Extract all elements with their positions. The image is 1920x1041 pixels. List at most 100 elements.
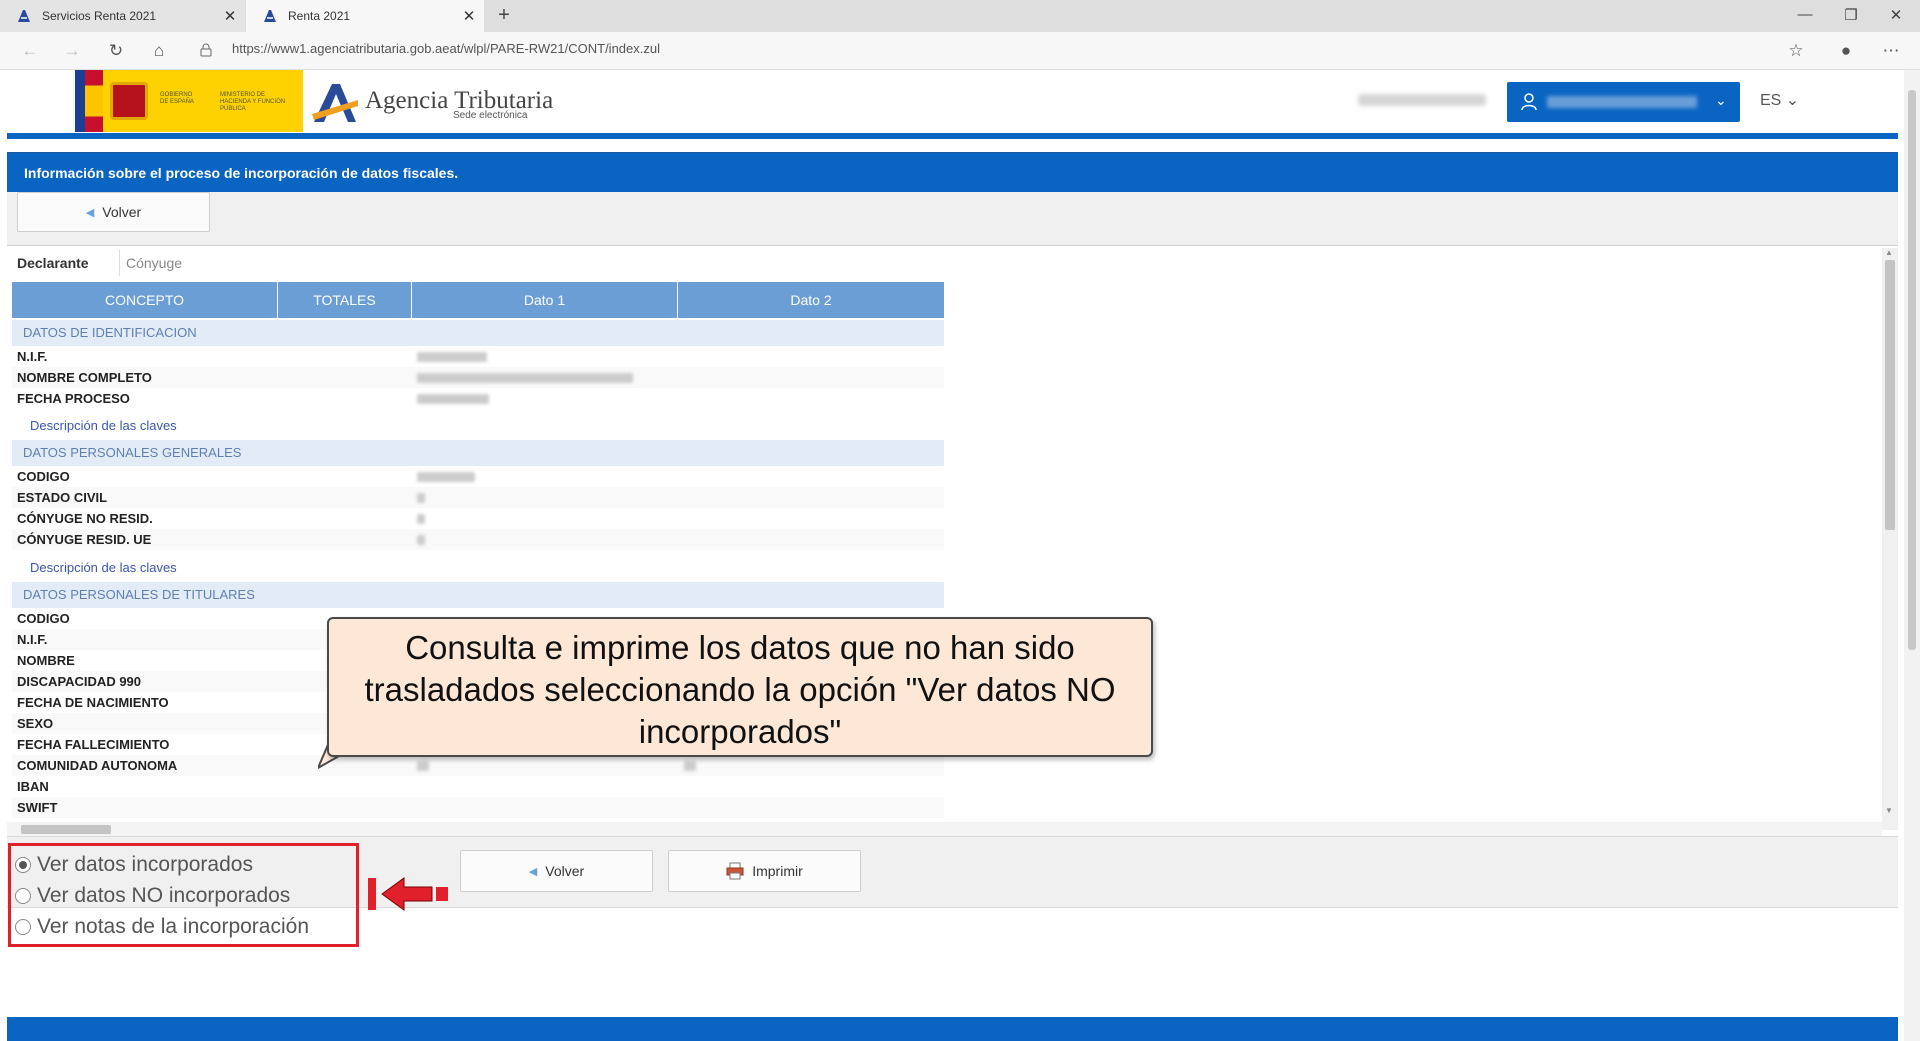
forward-icon[interactable]: →: [60, 40, 84, 62]
option-ver-notas[interactable]: Ver notas de la incorporación: [15, 914, 309, 940]
option-ver-datos-incorporados[interactable]: Ver datos incorporados: [15, 852, 253, 878]
row-label: SWIFT: [17, 800, 58, 815]
row-label: N.I.F.: [17, 632, 48, 647]
volver-label: Volver: [545, 863, 585, 879]
row-label: FECHA PROCESO: [17, 391, 130, 406]
table-row: IBAN: [12, 776, 944, 797]
favorites-icon[interactable]: ☆: [1784, 40, 1808, 62]
scroll-up-icon[interactable]: ▲: [1885, 248, 1893, 257]
ministerio-text: MINISTERIO DE HACIENDA Y FUNCIÓN PÚBLICA: [220, 92, 286, 112]
section-header: DATOS DE IDENTIFICACION: [12, 320, 944, 346]
close-tab-icon[interactable]: ✕: [454, 7, 484, 25]
page-footer: [7, 1017, 1898, 1041]
language-selector[interactable]: ES ⌄: [1760, 90, 1799, 110]
table-row: NOMBRE COMPLETO: [12, 367, 944, 388]
scrollbar-thumb[interactable]: [21, 825, 111, 834]
agencia-tributaria-logo-icon[interactable]: [310, 80, 360, 124]
column-header-dato2[interactable]: Dato 2: [678, 282, 944, 318]
column-header-totales[interactable]: TOTALES: [278, 282, 412, 318]
home-icon[interactable]: ⌂: [147, 40, 171, 62]
table-row: ESTADO CIVIL: [12, 487, 944, 508]
eu-stripe: [75, 70, 85, 132]
chevron-down-icon: ⌄: [1715, 92, 1727, 108]
table-horizontal-scrollbar[interactable]: [7, 822, 1882, 836]
volver-button-top[interactable]: ◀ Volver: [17, 192, 210, 232]
row-label: N.I.F.: [17, 349, 48, 364]
url-text[interactable]: https://www1.agenciatributaria.gob.aeat/…: [232, 41, 660, 56]
more-options-icon[interactable]: ⋯: [1879, 40, 1903, 62]
scrollbar-thumb[interactable]: [1908, 90, 1916, 650]
scroll-down-icon[interactable]: ▼: [1885, 806, 1893, 815]
option-label: Ver datos incorporados: [37, 853, 253, 876]
lock-icon: [200, 43, 212, 57]
tab-declarante[interactable]: Declarante: [17, 250, 89, 276]
page-title: Información sobre el proceso de incorpor…: [24, 165, 459, 181]
table-row: SWIFT: [12, 797, 944, 818]
column-header-dato1[interactable]: Dato 1: [412, 282, 678, 318]
chevron-down-icon: ⌄: [1785, 92, 1800, 109]
redacted-value: [417, 394, 489, 404]
imprimir-label: Imprimir: [752, 863, 803, 879]
back-arrow-icon: ◀: [528, 865, 538, 878]
row-label: FECHA FALLECIMIENTO: [17, 737, 170, 752]
redacted-value: [417, 472, 475, 482]
section-header: DATOS PERSONALES GENERALES: [12, 440, 944, 466]
table-row: CÓNYUGE RESID. UE: [12, 529, 944, 550]
info-title-bar: Información sobre el proceso de incorpor…: [7, 152, 1898, 192]
option-label: Ver datos NO incorporados: [37, 884, 291, 907]
browser-tab-label: Renta 2021: [288, 9, 351, 23]
radio-unselected-icon[interactable]: [15, 888, 31, 904]
address-bar: ← → ↻ ⌂ https://www1.agenciatributaria.g…: [0, 32, 1920, 70]
table-row: N.I.F.: [12, 346, 944, 367]
table-row: CODIGO: [12, 466, 944, 487]
table-vertical-scrollbar[interactable]: ▲ ▼: [1882, 248, 1898, 830]
volver-label: Volver: [102, 204, 142, 220]
descripcion-claves-link[interactable]: Descripción de las claves: [30, 560, 177, 575]
radio-unselected-icon[interactable]: [15, 919, 31, 935]
column-header-concepto[interactable]: CONCEPTO: [12, 282, 278, 318]
row-label: DISCAPACIDAD 990: [17, 674, 142, 689]
redacted-value: [417, 761, 429, 771]
row-label: COMUNIDAD AUTONOMA: [17, 758, 178, 773]
top-toolbar: ◀ Volver: [7, 192, 1898, 246]
browser-tab-bar: Servicios Renta 2021 ✕ Renta 2021 ✕ + — …: [0, 0, 1920, 32]
scrollbar-thumb[interactable]: [1885, 260, 1895, 530]
minimize-icon[interactable]: —: [1785, 6, 1825, 23]
redacted-value: [417, 514, 425, 524]
imprimir-button[interactable]: Imprimir: [668, 850, 861, 892]
page-vertical-scrollbar[interactable]: [1904, 70, 1920, 1041]
close-window-icon[interactable]: ✕: [1876, 6, 1916, 24]
volver-button-bottom[interactable]: ◀ Volver: [460, 850, 653, 892]
option-ver-datos-no-incorporados[interactable]: Ver datos NO incorporados: [15, 883, 290, 909]
back-arrow-icon: ◀: [85, 206, 95, 219]
descripcion-claves-link[interactable]: Descripción de las claves: [30, 418, 177, 433]
printer-icon: [726, 862, 744, 880]
tab-conyuge[interactable]: Cónyuge: [119, 250, 182, 276]
profile-icon[interactable]: ●: [1834, 40, 1858, 62]
row-label: CÓNYUGE RESID. UE: [17, 532, 152, 547]
back-icon[interactable]: ←: [18, 40, 42, 62]
browser-tab-renta[interactable]: Renta 2021 ✕: [246, 0, 484, 32]
site-header: GOBIERNO DE ESPAÑA MINISTERIO DE HACIEND…: [0, 70, 1910, 134]
table-row: FECHA PROCESO: [12, 388, 944, 409]
user-menu-button[interactable]: ⌄: [1507, 82, 1740, 122]
callout-text: Consulta e imprime los datos que no han …: [364, 629, 1116, 750]
tutorial-callout: Consulta e imprime los datos que no han …: [327, 617, 1153, 757]
reload-icon[interactable]: ↻: [104, 40, 128, 62]
restore-icon[interactable]: ❐: [1831, 6, 1871, 24]
redacted-value: [417, 535, 425, 545]
row-label: ESTADO CIVIL: [17, 490, 108, 505]
browser-tab-servicios[interactable]: Servicios Renta 2021 ✕: [0, 0, 245, 32]
row-label: FECHA DE NACIMIENTO: [17, 695, 169, 710]
redacted-value: [684, 761, 696, 771]
redacted-value: [417, 493, 425, 503]
view-options-highlight: Ver datos incorporados Ver datos NO inco…: [8, 843, 359, 947]
aeat-favicon-icon: [16, 8, 32, 24]
new-tab-icon[interactable]: +: [492, 4, 516, 28]
close-tab-icon[interactable]: ✕: [215, 7, 245, 25]
row-label: IBAN: [17, 779, 49, 794]
language-label: ES: [1760, 92, 1782, 109]
redacted-value: [417, 352, 487, 362]
section-header: DATOS PERSONALES DE TITULARES: [12, 582, 944, 608]
radio-selected-icon[interactable]: [15, 857, 31, 873]
